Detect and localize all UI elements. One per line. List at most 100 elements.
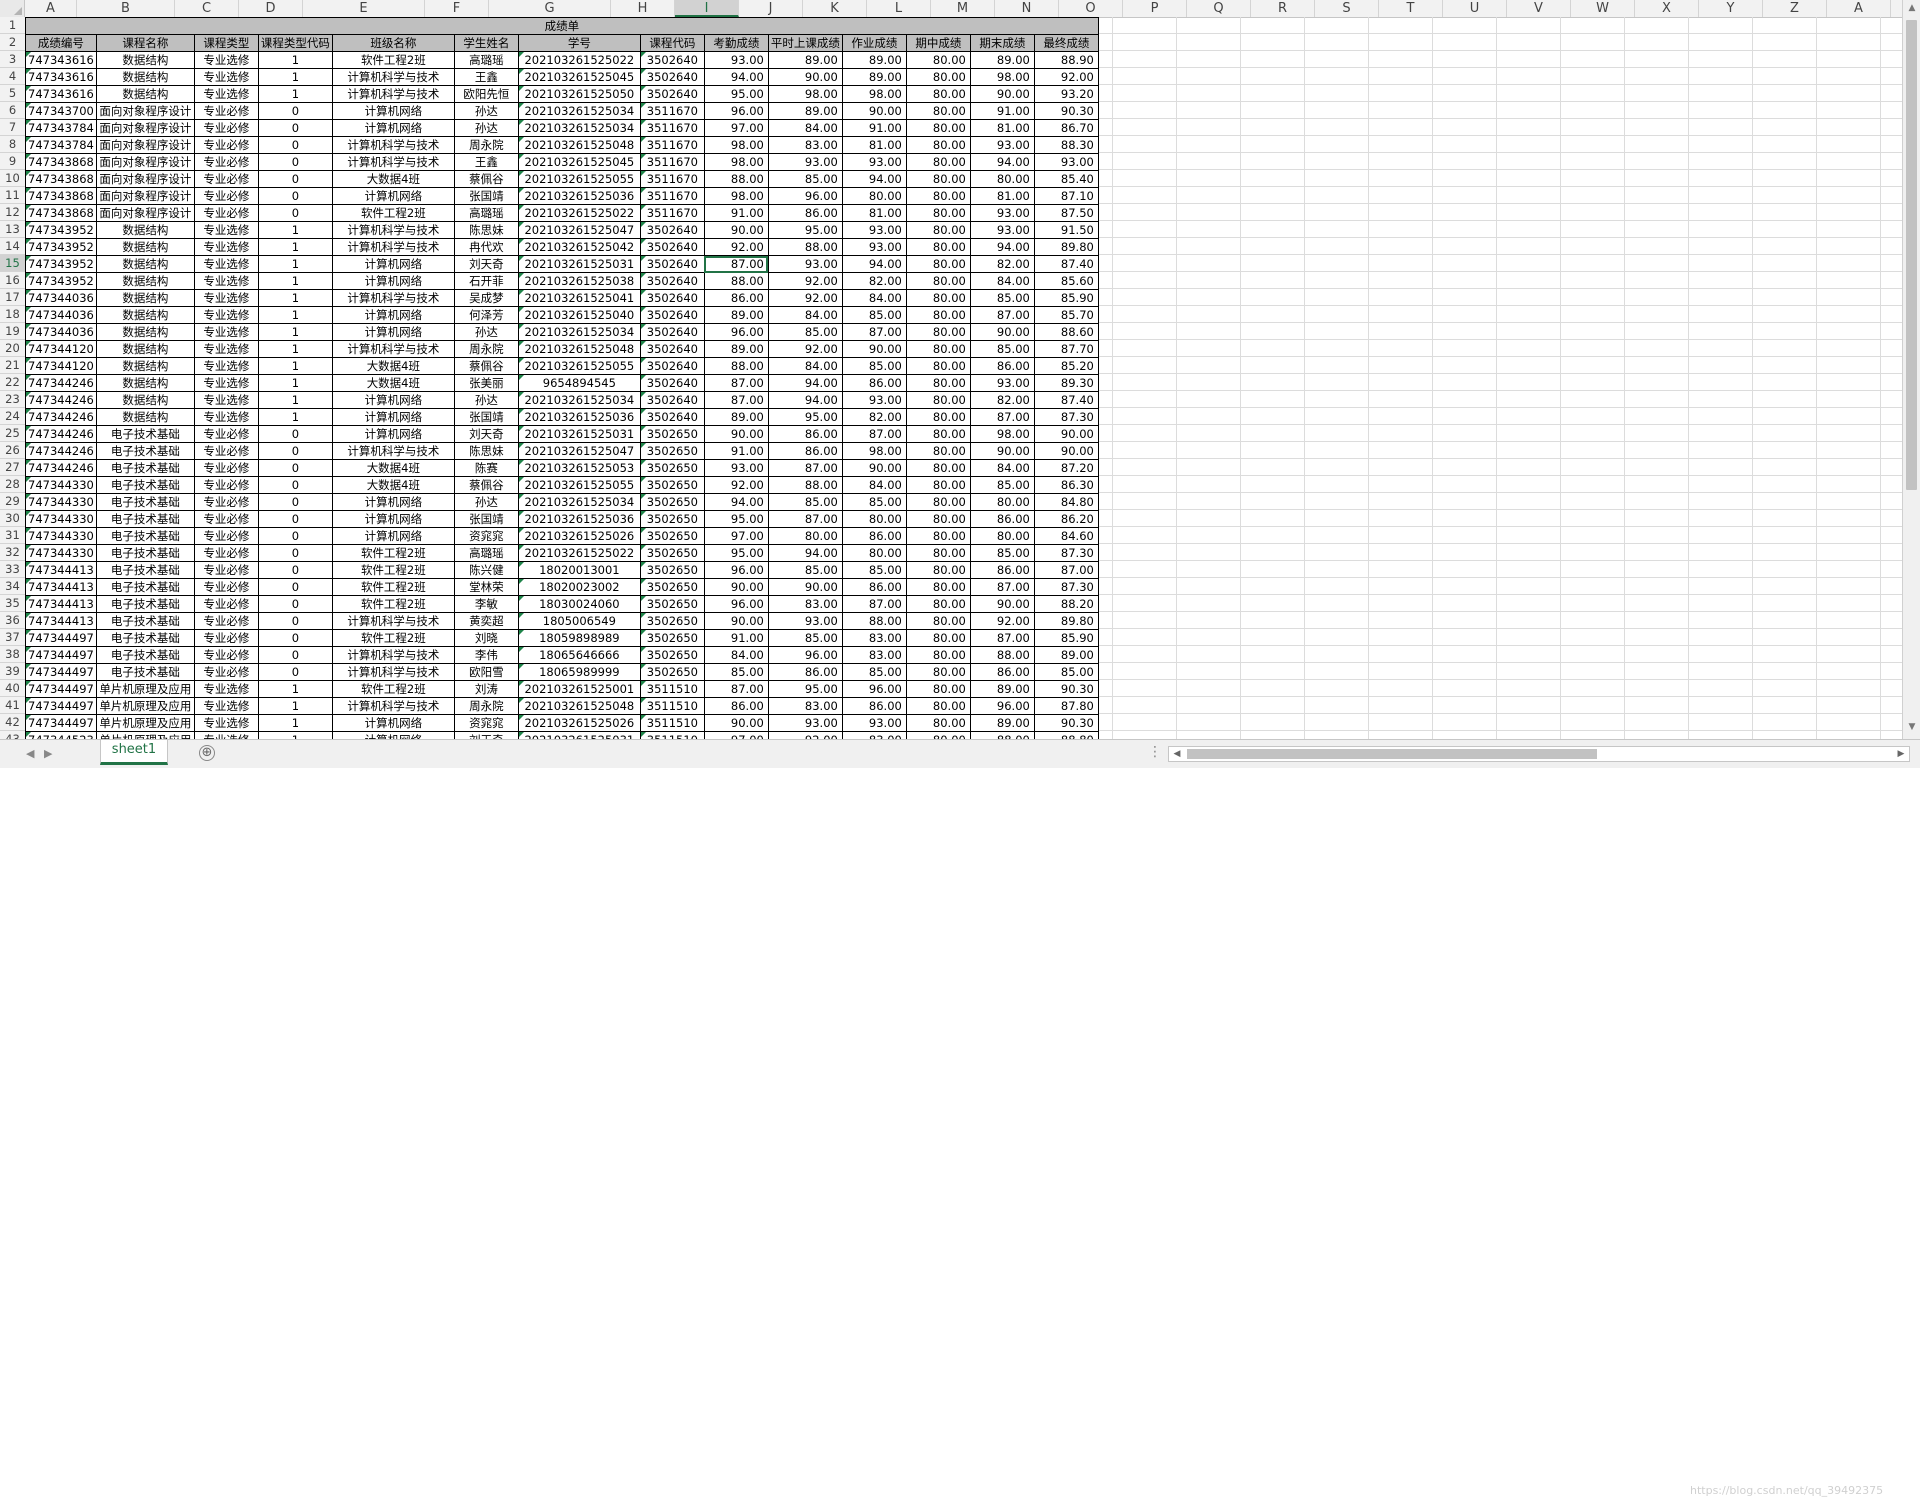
table-cell[interactable]: 87.00	[703, 255, 769, 273]
row-header-9[interactable]: 9	[0, 153, 25, 170]
row-header-40[interactable]: 40	[0, 680, 25, 697]
table-cell[interactable]: 86.00	[767, 442, 843, 460]
table-cell[interactable]: 94.00	[841, 255, 907, 273]
table-cell[interactable]: 张国靖	[453, 187, 519, 205]
column-header-k[interactable]: K	[803, 0, 867, 17]
table-cell[interactable]: 80.00	[905, 51, 971, 69]
table-cell[interactable]: 90.30	[1033, 680, 1099, 698]
table-cell[interactable]: 87.70	[1033, 340, 1099, 358]
table-cell[interactable]: 专业必修	[193, 527, 259, 545]
row-header-10[interactable]: 10	[0, 170, 25, 187]
table-cell[interactable]: 电子技术基础	[95, 442, 195, 460]
table-cell[interactable]: 孙达	[453, 391, 519, 409]
table-cell[interactable]: 747343868	[25, 153, 97, 171]
table-cell[interactable]: 202103261525034	[517, 119, 641, 137]
row-header-17[interactable]: 17	[0, 289, 25, 306]
table-cell[interactable]: 98.00	[841, 85, 907, 103]
table-cell[interactable]: 80.00	[905, 459, 971, 477]
table-cell[interactable]: 1	[257, 374, 333, 392]
table-cell[interactable]: 98.00	[703, 153, 769, 171]
table-cell[interactable]: 计算机网络	[331, 323, 455, 341]
prev-sheet-icon[interactable]: ◀	[26, 747, 34, 760]
table-cell[interactable]: 专业选修	[193, 51, 259, 69]
table-cell[interactable]: 3502650	[639, 612, 705, 630]
column-header-q[interactable]: Q	[1187, 0, 1251, 17]
table-cell[interactable]: 95.00	[703, 544, 769, 562]
table-cell[interactable]: 85.00	[841, 663, 907, 681]
table-cell[interactable]: 202103261525034	[517, 391, 641, 409]
table-cell[interactable]: 83.00	[767, 595, 843, 613]
table-cell[interactable]: 87.00	[841, 323, 907, 341]
table-cell[interactable]: 90.00	[703, 578, 769, 596]
table-cell[interactable]: 747344330	[25, 493, 97, 511]
table-cell[interactable]: 3502650	[639, 425, 705, 443]
table-cell[interactable]: 747344497	[25, 697, 97, 715]
table-cell[interactable]: 202103261525034	[517, 493, 641, 511]
table-cell[interactable]: 软件工程2班	[331, 680, 455, 698]
table-cell[interactable]: 747343952	[25, 238, 97, 256]
table-cell[interactable]: 数据结构	[95, 272, 195, 290]
table-cell[interactable]: 吴成梦	[453, 289, 519, 307]
table-cell[interactable]: 86.00	[969, 561, 1035, 579]
table-cell[interactable]: 98.00	[969, 68, 1035, 86]
table-cell[interactable]: 周永院	[453, 340, 519, 358]
table-cell[interactable]: 202103261525042	[517, 238, 641, 256]
table-cell[interactable]: 3511510	[639, 697, 705, 715]
row-header-42[interactable]: 42	[0, 714, 25, 731]
table-cell[interactable]: 747343952	[25, 221, 97, 239]
table-cell[interactable]: 85.00	[969, 476, 1035, 494]
table-cell[interactable]: 98.00	[703, 136, 769, 154]
row-header-26[interactable]: 26	[0, 442, 25, 459]
row-header-4[interactable]: 4	[0, 68, 25, 85]
column-title[interactable]: 学生姓名	[453, 34, 519, 52]
table-cell[interactable]: 数据结构	[95, 391, 195, 409]
table-cell[interactable]: 89.00	[767, 102, 843, 120]
table-cell[interactable]: 80.00	[905, 136, 971, 154]
table-cell[interactable]: 3502650	[639, 663, 705, 681]
table-cell[interactable]: 单片机原理及应用	[95, 680, 195, 698]
table-cell[interactable]: 95.00	[703, 85, 769, 103]
table-cell[interactable]: 202103261525038	[517, 272, 641, 290]
table-cell[interactable]: 专业必修	[193, 595, 259, 613]
table-cell[interactable]: 89.00	[703, 306, 769, 324]
table-cell[interactable]: 0	[257, 476, 333, 494]
select-all-button[interactable]	[0, 0, 25, 17]
table-cell[interactable]: 电子技术基础	[95, 527, 195, 545]
table-cell[interactable]: 97.00	[703, 119, 769, 137]
table-cell[interactable]: 1	[257, 680, 333, 698]
table-cell[interactable]: 面向对象程序设计	[95, 119, 195, 137]
table-cell[interactable]: 专业必修	[193, 493, 259, 511]
table-cell[interactable]: 202103261525034	[517, 102, 641, 120]
column-title[interactable]: 课程类型	[193, 34, 259, 52]
table-cell[interactable]: 84.60	[1033, 527, 1099, 545]
table-cell[interactable]: 18065646666	[517, 646, 641, 664]
table-cell[interactable]: 747343952	[25, 255, 97, 273]
table-cell[interactable]: 3502650	[639, 476, 705, 494]
table-cell[interactable]: 88.00	[703, 357, 769, 375]
table-cell[interactable]: 电子技术基础	[95, 425, 195, 443]
table-cell[interactable]: 数据结构	[95, 323, 195, 341]
table-cell[interactable]: 747343700	[25, 102, 97, 120]
sheet-title[interactable]: 成绩单	[25, 17, 1099, 35]
table-cell[interactable]: 3511670	[639, 153, 705, 171]
column-header-r[interactable]: R	[1251, 0, 1315, 17]
column-title[interactable]: 平时上课成绩	[767, 34, 843, 52]
table-cell[interactable]: 0	[257, 629, 333, 647]
table-cell[interactable]: 747344497	[25, 646, 97, 664]
column-header-j[interactable]: J	[739, 0, 803, 17]
horizontal-scroll-thumb[interactable]	[1187, 749, 1597, 759]
table-cell[interactable]: 747343616	[25, 85, 97, 103]
table-cell[interactable]: 86.00	[841, 578, 907, 596]
table-cell[interactable]: 87.00	[1033, 561, 1099, 579]
table-cell[interactable]: 专业选修	[193, 374, 259, 392]
table-cell[interactable]: 747343952	[25, 272, 97, 290]
column-title[interactable]: 学号	[517, 34, 641, 52]
column-title[interactable]: 课程名称	[95, 34, 195, 52]
table-cell[interactable]: 87.00	[969, 408, 1035, 426]
table-cell[interactable]: 80.00	[969, 493, 1035, 511]
table-cell[interactable]: 90.00	[841, 102, 907, 120]
table-cell[interactable]: 计算机科学与技术	[331, 221, 455, 239]
table-cell[interactable]: 85.00	[767, 323, 843, 341]
table-cell[interactable]: 3511510	[639, 714, 705, 732]
table-cell[interactable]: 94.00	[767, 544, 843, 562]
